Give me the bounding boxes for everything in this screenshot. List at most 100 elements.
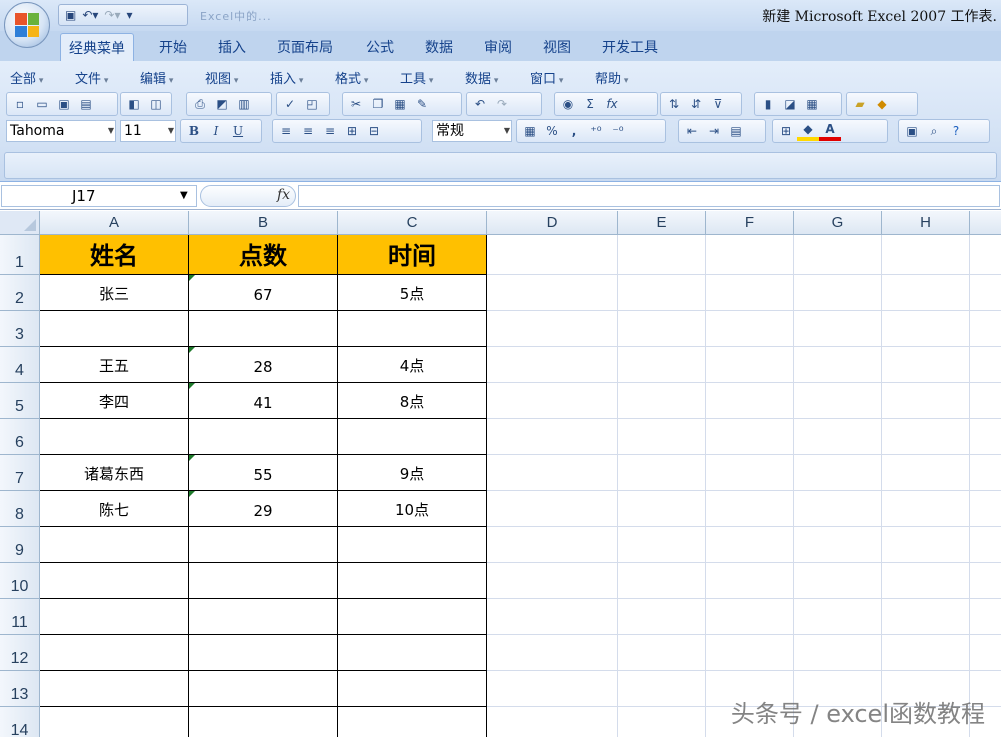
row-header-8[interactable]: 8 [0,491,40,527]
folder-icon[interactable]: ▰ [849,94,871,114]
menu-file[interactable]: 文件 [75,68,108,87]
font-name-select[interactable]: Tahoma ▼ [6,120,116,142]
paste-icon[interactable]: ▦ [389,94,411,114]
table-header-cell[interactable]: 时间 [338,235,487,275]
clipboard-icon[interactable]: ▣ [901,121,923,141]
merge-center-icon[interactable]: ⊞ [341,121,363,141]
currency-icon[interactable]: ▦ [519,121,541,141]
table-cell-a9[interactable] [40,527,189,563]
table-cell-a14[interactable] [40,707,189,737]
table-cell-b5[interactable]: 41 [189,383,338,419]
decrease-indent-icon[interactable]: ⇤ [681,121,703,141]
table-cell-c4[interactable]: 4点 [338,347,487,383]
table-cell-a7[interactable]: 诸葛东西 [40,455,189,491]
menu-format[interactable]: 格式 [335,68,368,87]
insert-function-area[interactable]: fx [200,185,296,207]
menu-help[interactable]: 帮助 [595,68,628,87]
table-cell-a5[interactable]: 李四 [40,383,189,419]
tab-data[interactable]: 数据 [425,37,453,57]
attach-icon[interactable]: ◫ [145,94,167,114]
table-cell-c12[interactable] [338,635,487,671]
table-cell-c6[interactable] [338,419,487,455]
open-folder-icon[interactable]: ▭ [31,94,53,114]
table-cell-b6[interactable] [189,419,338,455]
insert-function-icon[interactable]: fx [601,94,623,114]
filter-icon[interactable]: ⊽ [707,94,729,114]
column-header-overflow[interactable] [970,211,1001,235]
export-icon[interactable]: ▤ [75,94,97,114]
tab-home[interactable]: 开始 [159,37,187,57]
table-cell-b8[interactable]: 29 [189,491,338,527]
pivot-icon[interactable]: ◪ [779,94,801,114]
column-header-b[interactable]: B [189,211,338,235]
menu-insert[interactable]: 插入 [270,68,303,87]
tab-formulas[interactable]: 公式 [366,37,394,57]
column-header-f[interactable]: F [706,211,794,235]
row-header-10[interactable]: 10 [0,563,40,599]
print-preview-icon[interactable]: ◩ [211,94,233,114]
table-cell-c10[interactable] [338,563,487,599]
number-format-select[interactable]: 常规 ▼ [432,120,512,142]
increase-decimal-icon[interactable]: ⁺⁰ [585,121,607,141]
align-right-icon[interactable]: ≡ [319,121,341,141]
row-header-6[interactable]: 6 [0,419,40,455]
percent-button[interactable]: % [541,121,563,141]
menu-edit[interactable]: 编辑 [140,68,173,87]
row-header-11[interactable]: 11 [0,599,40,635]
menu-window[interactable]: 窗口 [530,68,563,87]
table-cell-a12[interactable] [40,635,189,671]
table-cell-b12[interactable] [189,635,338,671]
table-cell-c11[interactable] [338,599,487,635]
row-header-5[interactable]: 5 [0,383,40,419]
row-header-4[interactable]: 4 [0,347,40,383]
table-header-cell[interactable]: 点数 [189,235,338,275]
copy-icon[interactable]: ❐ [367,94,389,114]
row-header-7[interactable]: 7 [0,455,40,491]
name-box[interactable]: J17 [1,185,197,207]
bold-button[interactable]: B [183,121,205,141]
font-size-select[interactable]: 11 ▼ [120,120,176,142]
menu-view[interactable]: 视图 [205,68,238,87]
table-cell-a3[interactable] [40,311,189,347]
chart-icon[interactable]: ▮ [757,94,779,114]
permission-icon[interactable]: ◧ [123,94,145,114]
row-header-13[interactable]: 13 [0,671,40,707]
help-icon[interactable]: ? [945,121,967,141]
table-cell-c9[interactable] [338,527,487,563]
zoom-icon[interactable]: ⌕ [923,121,945,141]
column-header-e[interactable]: E [618,211,706,235]
italic-button[interactable]: I [205,121,227,141]
cut-icon[interactable]: ✂ [345,94,367,114]
table-cell-a6[interactable] [40,419,189,455]
hyperlink-icon[interactable]: ◉ [557,94,579,114]
new-file-icon[interactable]: ▫ [9,94,31,114]
column-header-d[interactable]: D [487,211,618,235]
redo-icon[interactable]: ↷▾ [104,8,120,22]
tab-insert[interactable]: 插入 [218,37,246,57]
table-cell-c3[interactable] [338,311,487,347]
table-cell-b4[interactable]: 28 [189,347,338,383]
table-cell-c14[interactable] [338,707,487,737]
table-cell-c2[interactable]: 5点 [338,275,487,311]
table-cell-b11[interactable] [189,599,338,635]
tab-page-layout[interactable]: 页面布局 [277,37,333,57]
sort-descending-icon[interactable]: ⇵ [685,94,707,114]
table-cell-a4[interactable]: 王五 [40,347,189,383]
underline-button[interactable]: U [227,121,249,141]
column-header-h[interactable]: H [882,211,970,235]
align-left-icon[interactable]: ≡ [275,121,297,141]
table-cell-b7[interactable]: 55 [189,455,338,491]
wrap-text-icon[interactable]: ⊟ [363,121,385,141]
table-cell-a10[interactable] [40,563,189,599]
table-cell-b13[interactable] [189,671,338,707]
table-header-cell[interactable]: 姓名 [40,235,189,275]
table-cell-b10[interactable] [189,563,338,599]
tab-classic-menu[interactable]: 经典菜单 [60,33,134,61]
redo-icon[interactable]: ↷ [491,94,513,114]
column-header-c[interactable]: C [338,211,487,235]
research-icon[interactable]: ◰ [301,94,323,114]
table-cell-a11[interactable] [40,599,189,635]
page-setup-icon[interactable]: ▥ [233,94,255,114]
table-cell-b2[interactable]: 67 [189,275,338,311]
menu-data[interactable]: 数据 [465,68,498,87]
